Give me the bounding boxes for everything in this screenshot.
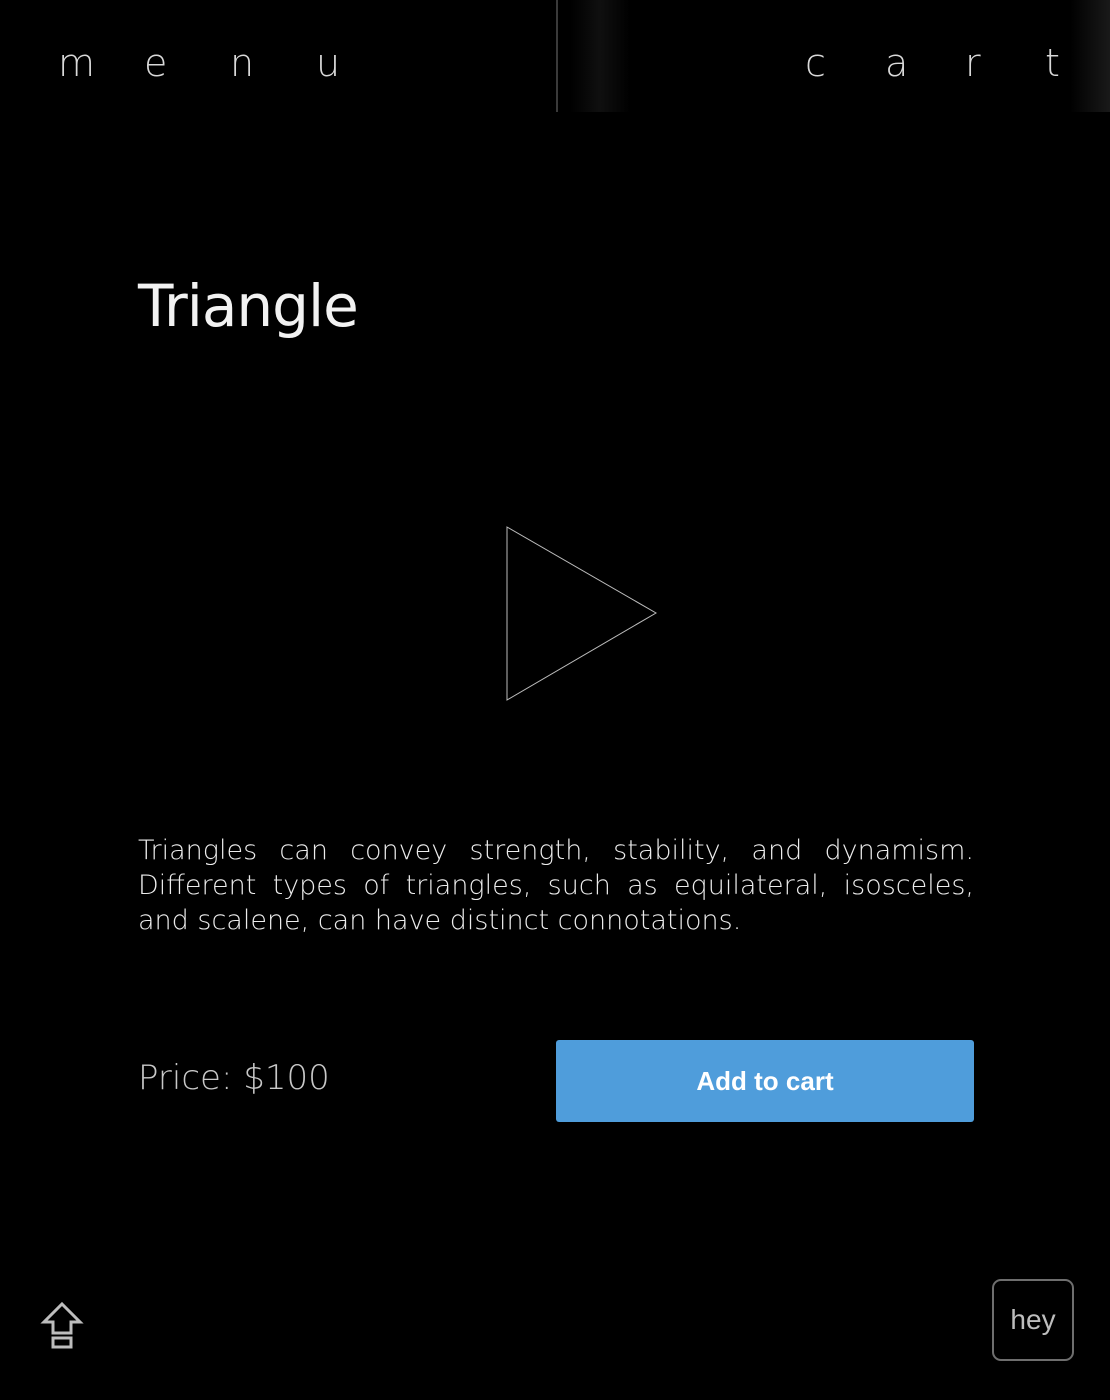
product-title: Triangle bbox=[138, 272, 359, 340]
product-description: Triangles can convey strength, stability… bbox=[138, 835, 974, 936]
menu-letter: m bbox=[58, 41, 96, 85]
triangle-outline-icon bbox=[500, 520, 664, 708]
hey-button[interactable]: hey bbox=[992, 1279, 1074, 1361]
nav-divider bbox=[556, 0, 558, 112]
cart-link[interactable]: c a r t bbox=[805, 38, 1075, 88]
cart-letter: r bbox=[965, 41, 981, 85]
menu-letter: n bbox=[230, 41, 255, 85]
add-to-cart-button[interactable]: Add to cart bbox=[556, 1040, 974, 1122]
menu-letter: u bbox=[316, 41, 341, 85]
top-navigation: m e n u c a r t bbox=[0, 0, 1110, 112]
menu-link[interactable]: m e n u bbox=[58, 38, 356, 88]
menu-letter: e bbox=[144, 41, 168, 85]
product-price: Price: $100 bbox=[138, 1058, 330, 1098]
home-arrow-up-icon[interactable] bbox=[40, 1300, 84, 1352]
nav-shade bbox=[570, 0, 630, 112]
cart-letter: c bbox=[805, 41, 826, 85]
cart-letter: a bbox=[885, 41, 909, 85]
nav-shade bbox=[1070, 0, 1110, 112]
